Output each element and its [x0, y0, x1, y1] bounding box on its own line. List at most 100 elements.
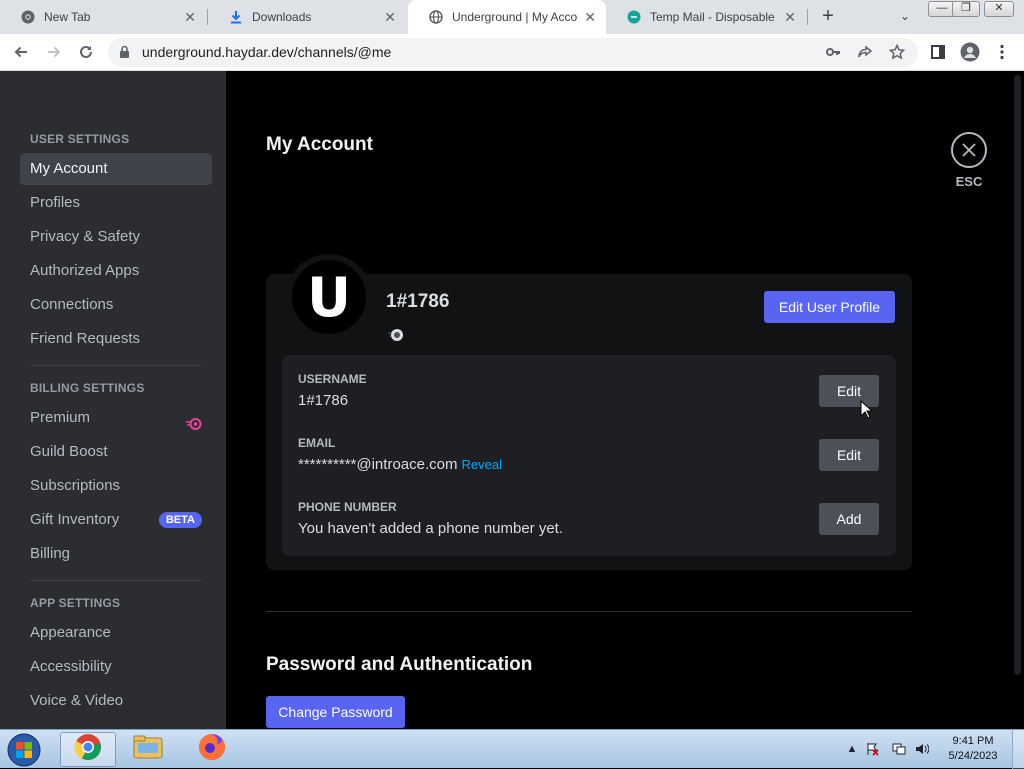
section-divider — [266, 611, 912, 612]
tab-separator — [807, 9, 808, 25]
tab-temp-mail[interactable]: Temp Mail - Disposable Temporary Email ✕ — [606, 0, 806, 34]
profile-display-name: 1#1786 — [386, 291, 450, 312]
url-text: underground.haydar.dev/channels/@me — [142, 44, 392, 60]
account-info-panel: USERNAME 1#1786 Edit EMAIL **********@in… — [282, 355, 896, 556]
volume-icon[interactable] — [915, 742, 930, 756]
taskbar-firefox[interactable] — [184, 732, 240, 767]
chrome-icon — [20, 9, 36, 25]
tab-downloads[interactable]: Downloads ✕ — [208, 0, 406, 34]
windows-taskbar: ▲ 9:41 PM 5/24/2023 — [0, 729, 1024, 769]
reload-icon[interactable] — [74, 40, 98, 64]
window-close-button[interactable]: ✕ — [984, 1, 1014, 17]
start-button[interactable] — [4, 732, 44, 768]
esc-label: ESC — [955, 174, 983, 189]
firefox-icon — [197, 732, 227, 767]
edit-user-profile-button[interactable]: Edit User Profile — [764, 291, 895, 323]
email-value: **********@introace.com — [298, 456, 458, 473]
system-clock[interactable]: 9:41 PM 5/24/2023 — [940, 734, 1006, 764]
phone-label: PHONE NUMBER — [298, 500, 397, 514]
tab-title: New Tab — [44, 10, 91, 24]
username-label: USERNAME — [298, 372, 367, 386]
settings-content: My Account ESC U 1#1786 Edit User Profil… — [226, 71, 1010, 729]
sidebar-item-accessibility[interactable]: Accessibility — [20, 651, 212, 683]
share-icon[interactable] — [856, 44, 874, 62]
section-header-user-settings: USER SETTINGS — [30, 132, 130, 146]
account-profile-card: U 1#1786 Edit User Profile USERNAME 1#17… — [266, 254, 912, 570]
tab-title: Underground | My Account — [452, 10, 578, 24]
tab-title: Temp Mail - Disposable Temporary Email — [650, 10, 778, 24]
tab-new-tab[interactable]: New Tab ✕ — [0, 0, 206, 34]
lock-icon[interactable] — [119, 45, 130, 64]
reveal-email-link[interactable]: Reveal — [461, 457, 501, 472]
beta-badge: BETA — [158, 512, 202, 528]
mouse-cursor-icon — [860, 399, 874, 424]
sidebar-item-my-account[interactable]: My Account — [20, 153, 212, 185]
sidebar-item-voice-video[interactable]: Voice & Video — [20, 685, 212, 717]
kebab-menu-icon[interactable] — [990, 40, 1014, 64]
sidebar-item-label: Gift Inventory — [30, 511, 120, 528]
browser-tab-bar: New Tab ✕ Downloads ✕ Underground | My A… — [0, 0, 1024, 34]
restore-button[interactable]: ❐ — [952, 1, 980, 17]
bookmark-star-icon[interactable] — [888, 43, 906, 62]
browser-toolbar: underground.haydar.dev/channels/@me — [0, 34, 1024, 71]
globe-icon — [428, 9, 444, 25]
close-icon[interactable] — [951, 132, 987, 168]
close-icon[interactable]: ✕ — [784, 9, 796, 26]
show-hidden-icons-icon[interactable]: ▲ — [845, 742, 859, 756]
action-center-flag-icon[interactable] — [866, 742, 880, 756]
page-scrollbar[interactable] — [1010, 71, 1024, 729]
email-label: EMAIL — [298, 436, 336, 450]
status-indicator-icon — [388, 327, 404, 343]
close-icon[interactable]: ✕ — [184, 9, 196, 26]
network-icon[interactable] — [892, 742, 906, 756]
key-icon[interactable] — [824, 44, 842, 62]
sidebar-item-appearance[interactable]: Appearance — [20, 617, 212, 649]
add-phone-button[interactable]: Add — [819, 503, 879, 535]
back-arrow-icon[interactable] — [9, 40, 33, 64]
taskbar-chrome[interactable] — [60, 732, 116, 767]
password-section-title: Password and Authentication — [266, 654, 533, 675]
sidebar-item-privacy-safety[interactable]: Privacy & Safety — [20, 221, 212, 253]
email-field: **********@introace.com Reveal — [298, 456, 502, 473]
tab-underground[interactable]: Underground | My Account ✕ — [408, 0, 606, 34]
forward-arrow-icon[interactable] — [42, 40, 66, 64]
edit-email-button[interactable]: Edit — [819, 439, 879, 471]
sidebar-item-billing[interactable]: Billing — [20, 538, 212, 570]
profile-avatar-icon[interactable] — [958, 40, 982, 64]
sidebar-item-guild-boost[interactable]: Guild Boost — [20, 436, 212, 468]
new-tab-button[interactable]: + — [816, 4, 840, 28]
tab-title: Downloads — [252, 10, 312, 24]
close-icon[interactable]: ✕ — [584, 9, 596, 26]
sidebar-item-label: Premium — [30, 409, 91, 426]
sidebar-divider — [30, 580, 202, 581]
sidebar-divider — [30, 365, 202, 366]
side-panel-icon[interactable] — [926, 40, 950, 64]
sidebar-item-profiles[interactable]: Profiles — [20, 187, 212, 219]
close-icon[interactable]: ✕ — [384, 9, 396, 26]
avatar: U — [286, 254, 372, 340]
sidebar-item-friend-requests[interactable]: Friend Requests — [20, 323, 212, 355]
folder-icon — [133, 734, 163, 765]
sidebar-item-subscriptions[interactable]: Subscriptions — [20, 470, 212, 502]
clock-date: 5/24/2023 — [948, 750, 998, 762]
sidebar-item-connections[interactable]: Connections — [20, 289, 212, 321]
close-settings-button[interactable]: ESC — [951, 132, 987, 189]
sidebar-item-gift-inventory[interactable]: Gift Inventory BETA — [20, 504, 212, 536]
section-header-billing-settings: BILLING SETTINGS — [30, 381, 145, 395]
clock-time: 9:41 PM — [952, 735, 994, 747]
sidebar-item-premium[interactable]: Premium — [20, 402, 212, 434]
tempmail-icon — [626, 9, 642, 25]
section-header-app-settings: APP SETTINGS — [30, 596, 121, 610]
tab-search-chevron-icon[interactable]: ⌄ — [896, 6, 914, 26]
address-bar[interactable]: underground.haydar.dev/channels/@me — [108, 38, 918, 67]
page-title: My Account — [266, 134, 373, 155]
phone-value: You haven't added a phone number yet. — [298, 520, 564, 537]
taskbar-file-explorer[interactable] — [120, 732, 176, 767]
change-password-button[interactable]: Change Password — [266, 696, 405, 728]
settings-sidebar: USER SETTINGS My Account Profiles Privac… — [0, 71, 226, 729]
scrollbar-thumb[interactable] — [1014, 75, 1021, 675]
sidebar-item-authorized-apps[interactable]: Authorized Apps — [20, 255, 212, 287]
show-desktop-button[interactable] — [1012, 730, 1024, 769]
chrome-icon — [74, 733, 102, 766]
username-value: 1#1786 — [298, 392, 349, 409]
